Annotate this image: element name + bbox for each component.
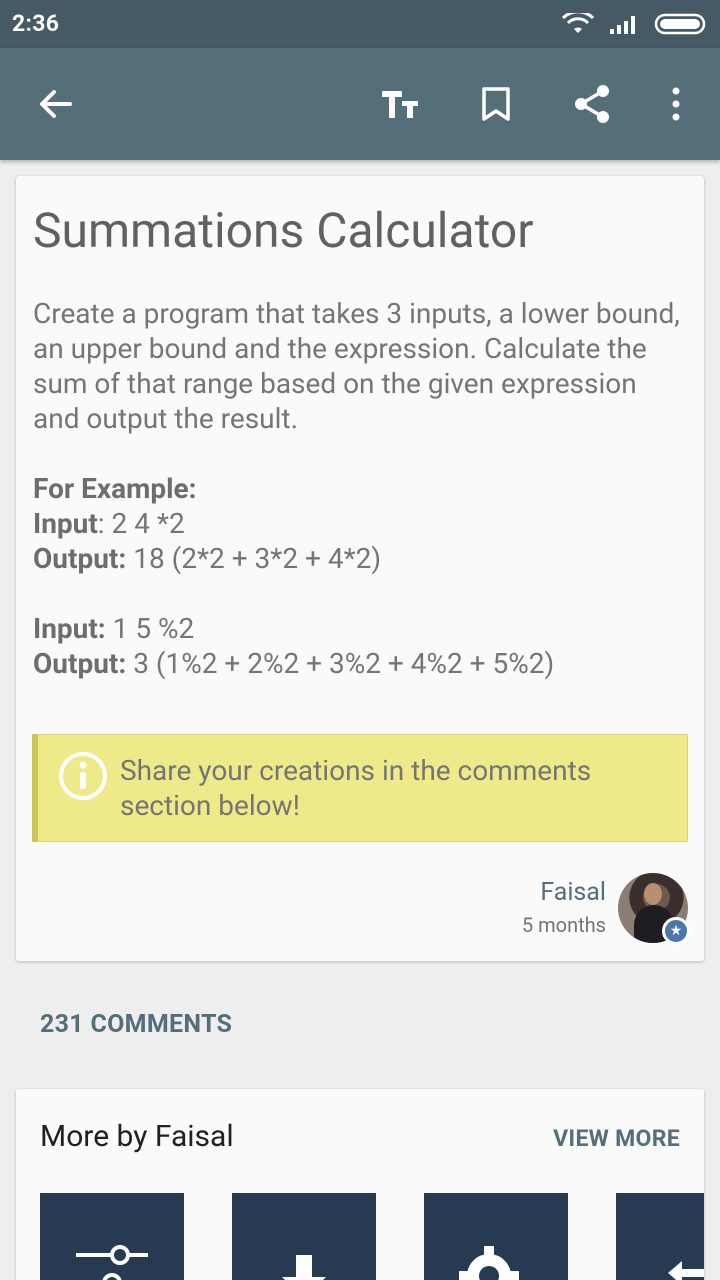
example-heading: For Example: [33,472,197,505]
comments-link[interactable]: 231 COMMENTS [40,1010,232,1039]
overflow-menu-button[interactable] [648,76,704,132]
more-title: More by Faisal [40,1119,234,1154]
sliders-icon [76,1245,148,1280]
example1-input-label: Input [33,507,98,540]
info-icon [59,752,107,800]
more-vert-icon [672,87,680,121]
example2-input-value: 1 5 %2 [105,612,195,645]
author-time: 5 months [521,913,606,937]
text-size-button[interactable] [372,76,428,132]
star-badge-icon: ★ [662,917,690,945]
gears-icon [459,1246,519,1280]
wifi-icon [561,10,595,39]
example2-output-value: 3 (1%2 + 2%2 + 3%2 + 4%2 + 5%2) [126,647,555,680]
author-name[interactable]: Faisal [522,878,606,907]
author-info[interactable]: Faisal 5 months [522,878,606,937]
lesson-thumbnail[interactable] [424,1193,568,1280]
example1-output-value: 18 (2*2 + 3*2 + 4*2) [126,542,382,575]
bookmark-icon [482,87,510,121]
share-button[interactable] [564,76,620,132]
info-text: Share your creations in the comments sec… [120,754,592,822]
app-bar [0,48,720,160]
lesson-title: Summations Calculator [33,202,534,259]
example2-output-label: Output: [33,647,127,680]
view-more-button[interactable]: VIEW MORE [553,1125,680,1152]
lesson-description: Create a program that takes 3 inputs, a … [33,297,680,435]
text-size-icon [382,91,418,118]
example2-input-label: Input: [33,612,106,645]
example1-output-label: Output: [33,542,127,575]
download-icon [282,1255,326,1280]
cellular-signal-icon [608,13,640,39]
example1-input-value: : 2 4 *2 [97,507,185,540]
more-by-card: More by Faisal VIEW MORE [16,1089,704,1280]
back-button[interactable] [28,76,84,132]
lesson-thumbnail[interactable] [40,1193,184,1280]
back-arrow-icon [40,90,72,118]
status-icons [561,10,708,40]
share-icon [575,85,609,123]
lesson-thumbnail[interactable] [232,1193,376,1280]
lesson-card: Summations Calculator Create a program t… [16,176,704,961]
lesson-body: Create a program that takes 3 inputs, a … [33,296,683,681]
battery-icon [654,12,708,40]
status-time: 2:36 [12,10,60,37]
status-bar: 2:36 [0,0,720,48]
arrows-icon [668,1261,704,1280]
info-callout: Share your creations in the comments sec… [32,734,688,842]
lesson-thumbnail[interactable] [616,1193,704,1280]
bookmark-button[interactable] [468,76,524,132]
